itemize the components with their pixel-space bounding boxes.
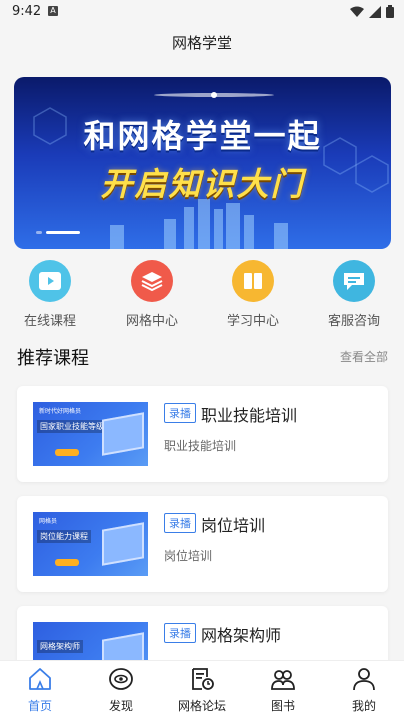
thumbnail-button-graphic [55,559,79,566]
notification-icon: A [48,6,58,16]
tab-label: 我的 [351,699,376,713]
carousel-dot-active [46,231,80,234]
tab-profile[interactable]: 我的 [324,667,404,714]
course-title: 岗位培训 [201,516,266,535]
quick-nav-label: 学习中心 [226,314,279,329]
forum-icon [192,668,214,690]
tab-discover[interactable]: 发现 [81,667,161,714]
status-icons [350,5,394,18]
status-time: 9:42 [12,4,42,19]
thumbnail-caption: 网格员 [39,518,58,525]
book-icon [232,260,274,302]
course-card[interactable]: 网格员 岗位能力课程 录播 岗位培训 岗位培训 [17,496,388,592]
tab-forum[interactable]: 网格论坛 [162,667,242,714]
wifi-icon [350,6,364,17]
thumbnail-screen-graphic [102,522,144,566]
course-type-badge: 录播 [164,623,196,643]
tab-label: 图书 [270,699,295,713]
course-thumbnail: 新时代好网格员 国家职业技能等级鉴定 [33,402,148,466]
quick-nav-online-courses[interactable]: 在线课程 [5,260,95,329]
quick-nav-customer-service[interactable]: 客服咨询 [309,260,399,329]
course-title: 职业技能培训 [201,406,298,425]
page-title: 网格学堂 [171,34,232,52]
banner-subheadline: 开启知识大门 [100,165,305,203]
view-all-link[interactable]: 查看全部 [340,348,388,365]
chat-icon [333,260,375,302]
course-type-badge: 录播 [164,403,196,423]
carousel-indicator [36,231,80,234]
course-thumbnail: 网格员 岗位能力课程 [33,512,148,576]
app-header: 网格学堂 [0,24,404,62]
thumbnail-button-graphic [55,449,79,456]
tab-label: 发现 [108,699,133,713]
thumbnail-text: 岗位能力课程 [37,530,91,543]
quick-nav-grid-center[interactable]: 网格中心 [107,260,197,329]
thumbnail-caption: 新时代好网格员 [39,408,82,415]
home-icon [29,668,51,690]
course-card[interactable]: 新时代好网格员 国家职业技能等级鉴定 录播 职业技能培训 职业技能培训 [17,386,388,482]
eye-icon [109,668,133,690]
status-bar: 9:42 A [0,0,404,24]
quick-nav-label: 在线课程 [23,314,76,329]
tab-label: 网格论坛 [177,699,226,713]
carousel-dot [36,231,42,234]
thumbnail-text: 网格架构师 [37,640,83,653]
layers-icon [131,260,173,302]
course-subtitle: 岗位培训 [164,549,213,563]
bottom-tab-bar: 首页 发现 网格论坛 图书 我的 [0,660,404,718]
course-type-badge: 录播 [164,513,196,533]
course-subtitle: 职业技能培训 [164,439,237,453]
quick-nav-label: 客服咨询 [327,314,380,329]
quick-nav-learning-center[interactable]: 学习中心 [208,260,298,329]
thumbnail-screen-graphic [102,412,144,456]
profile-icon [353,668,375,691]
promo-banner[interactable]: 和网格学堂一起 开启知识大门 [14,77,391,249]
recommended-section-header: 推荐课程 查看全部 [0,340,404,370]
quick-nav-label: 网格中心 [125,314,178,329]
quick-nav: 在线课程 网格中心 学习中心 客服咨询 [0,260,404,332]
play-icon [29,260,71,302]
tab-home[interactable]: 首页 [0,667,80,714]
signal-icon [369,5,381,18]
tab-label: 首页 [27,699,52,713]
banner-headline: 和网格学堂一起 [83,117,322,155]
section-title: 推荐课程 [17,348,89,369]
course-title: 网格架构师 [201,626,282,645]
tab-books[interactable]: 图书 [243,667,323,714]
battery-icon [386,5,394,18]
books-icon [271,670,295,690]
